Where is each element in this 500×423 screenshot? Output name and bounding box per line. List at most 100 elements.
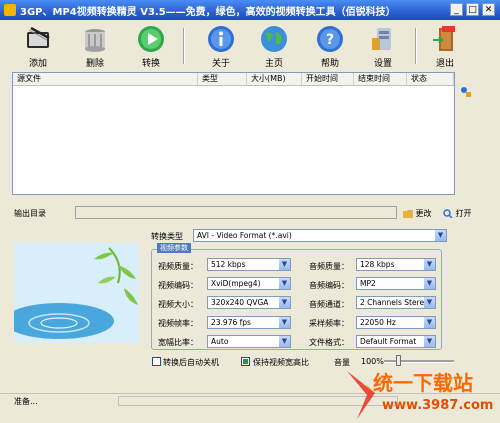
close-button[interactable]: ✕ — [482, 3, 495, 16]
chevron-down-icon: ▼ — [424, 259, 435, 270]
chevron-down-icon: ▼ — [424, 297, 435, 308]
exit-label: 退出 — [435, 59, 454, 69]
audio-channel-value: 2 Channels Stere — [360, 298, 425, 307]
preview-image — [14, 243, 139, 343]
change-dir-button[interactable]: 更改 — [403, 208, 432, 219]
help-button[interactable]: ? 帮助 — [309, 24, 351, 70]
toolbar-separator — [415, 28, 417, 64]
video-codec-value: XviD(mpeg4) — [211, 279, 261, 288]
output-dir-field[interactable] — [75, 206, 397, 219]
toolbar: 添加 删除 转换 关于 主页 ? 帮助 设置 退出 — [0, 20, 500, 70]
toolbar-separator — [183, 28, 185, 64]
app-icon — [4, 4, 16, 16]
chevron-down-icon: ▼ — [435, 230, 446, 241]
convert-type-select[interactable]: AVI - Video Format (*.avi) ▼ — [193, 229, 447, 242]
window-title: 3GP、MP4视频转换精灵 V3.5——免费，绿色，高效的视频转换工具（佰锐科技… — [20, 7, 396, 18]
change-dir-label: 更改 — [415, 209, 432, 218]
convert-button[interactable]: 转换 — [130, 24, 172, 70]
settings-button[interactable]: 设置 — [362, 24, 404, 70]
add-video-icon — [27, 26, 50, 48]
aspect-label: 宽幅比率： — [158, 338, 198, 347]
video-size-select[interactable]: 320x240 QVGA ▼ — [207, 296, 291, 309]
delete-button[interactable]: 删除 — [74, 24, 116, 70]
app-window: 3GP、MP4视频转换精灵 V3.5——免费，绿色，高效的视频转换工具（佰锐科技… — [0, 0, 500, 423]
delete-label: 删除 — [85, 59, 104, 69]
folder-icon — [403, 210, 413, 218]
file-list-header: 源文件 类型 大小(MB) 开始时间 结束时间 状态 — [13, 73, 454, 86]
chevron-down-icon: ▼ — [279, 278, 290, 289]
status-text: 准备... — [14, 397, 38, 406]
keep-aspect-checkbox[interactable] — [241, 357, 250, 366]
column-status[interactable]: 状态 — [407, 73, 454, 85]
settings-icon — [372, 28, 391, 50]
auto-shutdown-checkbox[interactable] — [152, 357, 161, 366]
exit-button[interactable]: 退出 — [424, 24, 466, 70]
audio-channel-label: 音频通道： — [309, 300, 349, 309]
convert-type-value: AVI - Video Format (*.avi) — [197, 231, 292, 240]
file-format-label: 文件格式： — [309, 338, 349, 347]
file-list[interactable]: 源文件 类型 大小(MB) 开始时间 结束时间 状态 — [12, 72, 455, 195]
play-icon — [138, 26, 164, 52]
video-codec-select[interactable]: XviD(mpeg4) ▼ — [207, 277, 291, 290]
convert-label: 转换 — [141, 59, 160, 69]
column-source-file[interactable]: 源文件 — [13, 73, 198, 85]
help-icon: ? — [317, 26, 343, 52]
audio-codec-select[interactable]: MP2 ▼ — [356, 277, 436, 290]
video-quality-label: 视频质量： — [158, 262, 198, 271]
audio-quality-label: 音频质量： — [309, 262, 349, 271]
convert-type-label: 转换类型 — [151, 232, 183, 241]
audio-quality-select[interactable]: 128 kbps ▼ — [356, 258, 436, 271]
chevron-down-icon: ▼ — [279, 259, 290, 270]
sample-rate-label: 采样频率： — [309, 319, 349, 328]
column-size[interactable]: 大小(MB) — [247, 73, 302, 85]
open-dir-button[interactable]: 打开 — [443, 208, 472, 219]
file-format-select[interactable]: Default Format ▼ — [356, 335, 436, 348]
add-button[interactable]: 添加 — [17, 24, 59, 70]
audio-codec-label: 音频编码： — [309, 281, 349, 290]
audio-codec-value: MP2 — [360, 279, 376, 288]
minimize-button[interactable]: _ — [450, 3, 463, 16]
chevron-down-icon: ▼ — [424, 278, 435, 289]
frame-rate-value: 23.976 fps — [211, 318, 251, 327]
column-type[interactable]: 类型 — [198, 73, 247, 85]
chevron-down-icon: ▼ — [424, 336, 435, 347]
frame-rate-label: 视频帧率： — [158, 319, 198, 328]
watermark-text: 统一下载站 — [373, 371, 473, 395]
video-codec-label: 视频编码： — [158, 281, 198, 290]
aspect-value: Auto — [211, 337, 229, 346]
file-format-value: Default Format — [360, 337, 417, 346]
trash-icon — [85, 29, 105, 52]
about-label: 关于 — [211, 59, 230, 69]
home-label: 主页 — [264, 59, 283, 69]
about-button[interactable]: 关于 — [200, 24, 242, 70]
keep-aspect-label: 保持视频宽高比 — [253, 358, 309, 367]
settings-label: 设置 — [373, 59, 392, 69]
auto-shutdown-label: 转换后自动关机 — [163, 358, 219, 367]
chevron-down-icon: ▼ — [424, 317, 435, 328]
video-params-legend: 视频参数 — [157, 243, 191, 253]
maximize-button[interactable]: □ — [466, 3, 479, 16]
svg-text:?: ? — [326, 32, 334, 48]
volume-slider-track — [384, 360, 454, 363]
video-quality-value: 512 kbps — [211, 260, 246, 269]
frame-rate-select[interactable]: 23.976 fps ▼ — [207, 316, 291, 329]
add-label: 添加 — [28, 59, 47, 69]
column-end-time[interactable]: 结束时间 — [354, 73, 407, 85]
aspect-select[interactable]: Auto ▼ — [207, 335, 291, 348]
video-size-label: 视频大小： — [158, 300, 198, 309]
title-bar[interactable]: 3GP、MP4视频转换精灵 V3.5——免费，绿色，高效的视频转换工具（佰锐科技… — [0, 0, 500, 20]
properties-icon[interactable] — [460, 86, 472, 98]
column-start-time[interactable]: 开始时间 — [302, 73, 354, 85]
chevron-down-icon: ▼ — [279, 317, 290, 328]
sample-rate-select[interactable]: 22050 Hz ▼ — [356, 316, 436, 329]
audio-quality-value: 128 kbps — [360, 260, 395, 269]
chevron-down-icon: ▼ — [279, 336, 290, 347]
video-quality-select[interactable]: 512 kbps ▼ — [207, 258, 291, 271]
help-label: 帮助 — [320, 59, 339, 69]
chevron-down-icon: ▼ — [279, 297, 290, 308]
home-button[interactable]: 主页 — [253, 24, 295, 70]
video-size-value: 320x240 QVGA — [211, 298, 269, 307]
watermark-url: www.3987.com — [382, 398, 494, 413]
audio-channel-select[interactable]: 2 Channels Stere ▼ — [356, 296, 436, 309]
globe-icon — [261, 26, 287, 52]
